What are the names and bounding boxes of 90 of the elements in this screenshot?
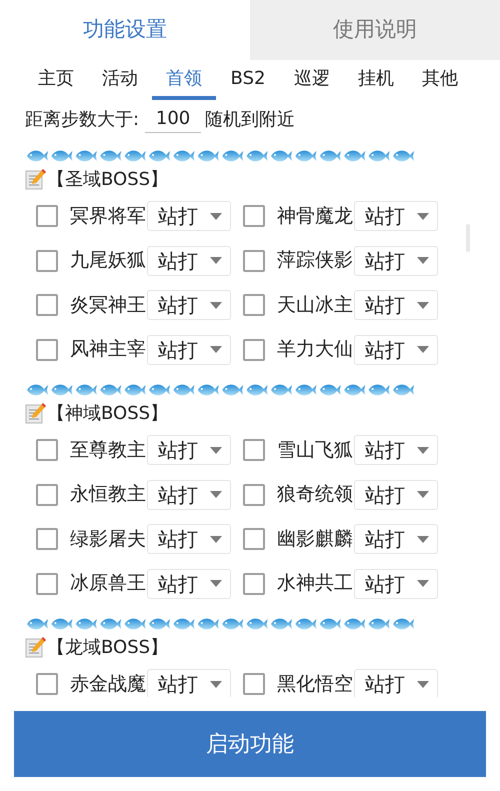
boss-name: 九尾妖狐 <box>70 251 146 270</box>
boss-name: 狼奇统领 <box>277 485 353 504</box>
mode-dropdown[interactable]: 站打 <box>354 334 438 365</box>
boss-name: 水神共工 <box>277 574 353 594</box>
caret-down-icon <box>210 446 222 454</box>
checkbox[interactable] <box>243 338 265 361</box>
caret-down-icon <box>210 212 222 220</box>
checkbox[interactable] <box>243 528 265 550</box>
mode-dropdown[interactable]: 站打 <box>147 669 231 697</box>
checkbox[interactable] <box>243 250 265 272</box>
checkbox[interactable] <box>243 294 265 316</box>
sub-tab[interactable]: 主页 <box>24 60 88 100</box>
boss-name: 天山冰主 <box>277 296 353 315</box>
checkbox[interactable] <box>36 439 58 462</box>
boss-name: 至尊教主 <box>70 440 146 460</box>
sub-tab[interactable]: 巡逻 <box>280 60 344 100</box>
mode-dropdown[interactable]: 站打 <box>354 568 438 599</box>
sub-tab[interactable]: 其他 <box>408 60 472 100</box>
boss-name: 雪山飞狐 <box>277 440 353 460</box>
distance-field[interactable]: 100 <box>145 105 202 133</box>
boss-name: 冥界将军 <box>70 206 146 226</box>
mode-dropdown[interactable]: 站打 <box>147 290 231 320</box>
mode-dropdown[interactable]: 站打 <box>147 524 231 554</box>
sub-tab[interactable]: 活动 <box>88 60 152 100</box>
boss-name: 黑化悟空 <box>277 674 353 694</box>
caret-down-icon <box>210 680 222 688</box>
section-title: 【神域BOSS】 <box>47 402 168 426</box>
caret-down-icon <box>210 257 222 264</box>
caret-down-icon <box>210 536 222 543</box>
checkbox[interactable] <box>243 673 265 696</box>
mode-dropdown[interactable]: 站打 <box>354 480 438 510</box>
caret-down-icon <box>210 491 222 498</box>
sub-tab[interactable]: 挂机 <box>344 60 408 100</box>
section-title: 【圣域BOSS】 <box>47 168 168 192</box>
mode-dropdown[interactable]: 站打 <box>354 524 438 554</box>
caret-down-icon <box>417 536 429 543</box>
caret-down-icon <box>417 346 429 354</box>
section-title: 【龙域BOSS】 <box>47 636 168 660</box>
checkbox[interactable] <box>36 673 58 696</box>
checkbox[interactable] <box>243 205 265 228</box>
boss-name: 风神主宰 <box>70 340 146 360</box>
caret-down-icon <box>210 346 222 354</box>
boss-name: 绿影屠夫 <box>70 530 146 549</box>
mode-dropdown[interactable]: 站打 <box>354 201 438 232</box>
caret-down-icon <box>417 302 429 309</box>
caret-down-icon <box>417 491 429 498</box>
mode-dropdown[interactable]: 站打 <box>147 435 231 466</box>
boss-name: 幽影麒麟 <box>277 530 353 549</box>
checkbox[interactable] <box>243 439 265 462</box>
distance-suffix: 随机到附近 <box>205 108 296 132</box>
mode-dropdown[interactable]: 站打 <box>147 480 231 510</box>
mode-dropdown[interactable]: 站打 <box>147 334 231 365</box>
boss-name: 神骨魔龙 <box>277 206 353 226</box>
mode-dropdown[interactable]: 站打 <box>354 246 438 276</box>
memo-pencil-icon <box>25 402 47 424</box>
mode-dropdown[interactable]: 站打 <box>147 201 231 232</box>
checkbox[interactable] <box>36 205 58 228</box>
caret-down-icon <box>417 446 429 454</box>
caret-down-icon <box>210 580 222 588</box>
distance-label: 距离步数大于: <box>25 108 140 132</box>
sub-tab[interactable]: BS2 <box>216 60 280 100</box>
checkbox[interactable] <box>36 484 58 506</box>
mode-dropdown[interactable]: 站打 <box>147 246 231 276</box>
mode-dropdown[interactable]: 站打 <box>354 435 438 466</box>
boss-name: 赤金战魔 <box>70 674 146 694</box>
caret-down-icon <box>417 680 429 688</box>
caret-down-icon <box>417 212 429 220</box>
checkbox[interactable] <box>36 294 58 316</box>
caret-down-icon <box>417 580 429 588</box>
checkbox[interactable] <box>36 528 58 550</box>
memo-pencil-icon <box>25 636 47 658</box>
mode-dropdown[interactable]: 站打 <box>354 669 438 697</box>
boss-name: 羊力大仙 <box>277 340 353 360</box>
checkbox[interactable] <box>36 250 58 272</box>
checkbox[interactable] <box>243 572 265 595</box>
checkbox[interactable] <box>243 484 265 506</box>
mode-dropdown[interactable]: 站打 <box>354 290 438 320</box>
mode-dropdown[interactable]: 站打 <box>147 568 231 599</box>
boss-name: 炎冥神王 <box>70 296 146 315</box>
memo-pencil-icon <box>25 168 47 190</box>
caret-down-icon <box>417 257 429 264</box>
checkbox[interactable] <box>36 338 58 361</box>
start-button[interactable]: 启动功能 <box>14 711 486 777</box>
boss-name: 萍踪侠影 <box>277 251 353 270</box>
caret-down-icon <box>210 302 222 309</box>
checkbox[interactable] <box>36 572 58 595</box>
boss-name: 永恒教主 <box>70 485 146 504</box>
sub-tab[interactable]: 首领 <box>152 60 216 100</box>
top-tab[interactable]: 使用说明 <box>250 0 500 60</box>
boss-name: 冰原兽王 <box>70 574 146 594</box>
